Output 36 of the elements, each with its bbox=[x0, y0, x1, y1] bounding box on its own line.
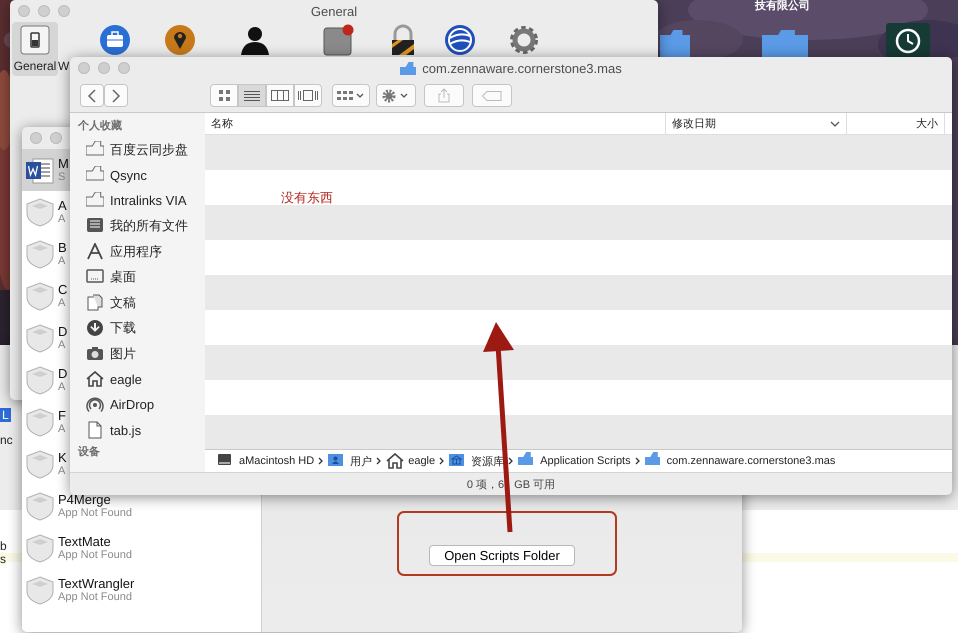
app-status: A bbox=[58, 297, 66, 310]
status-text: GB 可用 bbox=[514, 478, 556, 492]
app-name: P4Merge bbox=[58, 492, 112, 507]
app-name: TextWrangler bbox=[58, 576, 134, 591]
app-name: D bbox=[58, 324, 68, 339]
window-title: General bbox=[310, 4, 358, 18]
sidebar-heading: 个人收藏 bbox=[78, 118, 123, 134]
toolbar-label: W bbox=[58, 59, 70, 73]
app-status: A bbox=[58, 381, 66, 394]
app-name: TextMate bbox=[58, 534, 112, 549]
text-fragment: b bbox=[0, 539, 7, 553]
app-status: App Not Found bbox=[58, 507, 132, 520]
app-name: C bbox=[58, 282, 68, 297]
app-name: B bbox=[58, 240, 67, 255]
app-name: M bbox=[58, 156, 69, 171]
app-name: D bbox=[58, 366, 68, 381]
sidebar-heading: 设备 bbox=[78, 445, 101, 460]
app-status: A bbox=[58, 255, 66, 268]
toolbar-label: General bbox=[14, 59, 56, 73]
annotation-text: 没有东西 bbox=[281, 189, 333, 207]
app-status: S bbox=[58, 171, 66, 184]
app-name: F bbox=[58, 408, 66, 423]
app-status: A bbox=[58, 465, 66, 478]
app-status: A bbox=[58, 213, 66, 226]
status-text: 0 项，6 bbox=[466, 478, 504, 492]
app-status: A bbox=[58, 339, 66, 352]
desktop-label: 技有限公司 bbox=[755, 0, 810, 12]
text-fragment: L bbox=[0, 408, 11, 422]
window-title: com.zennaware.cornerstone3.mas bbox=[422, 60, 622, 76]
text-fragment: nc bbox=[0, 433, 13, 447]
app-status: A bbox=[58, 423, 66, 436]
app-name: A bbox=[58, 198, 67, 213]
app-status: App Not Found bbox=[58, 591, 133, 604]
app-status: App Not Found bbox=[58, 549, 132, 562]
text-fragment: s bbox=[0, 552, 6, 566]
app-name: K bbox=[58, 450, 67, 465]
